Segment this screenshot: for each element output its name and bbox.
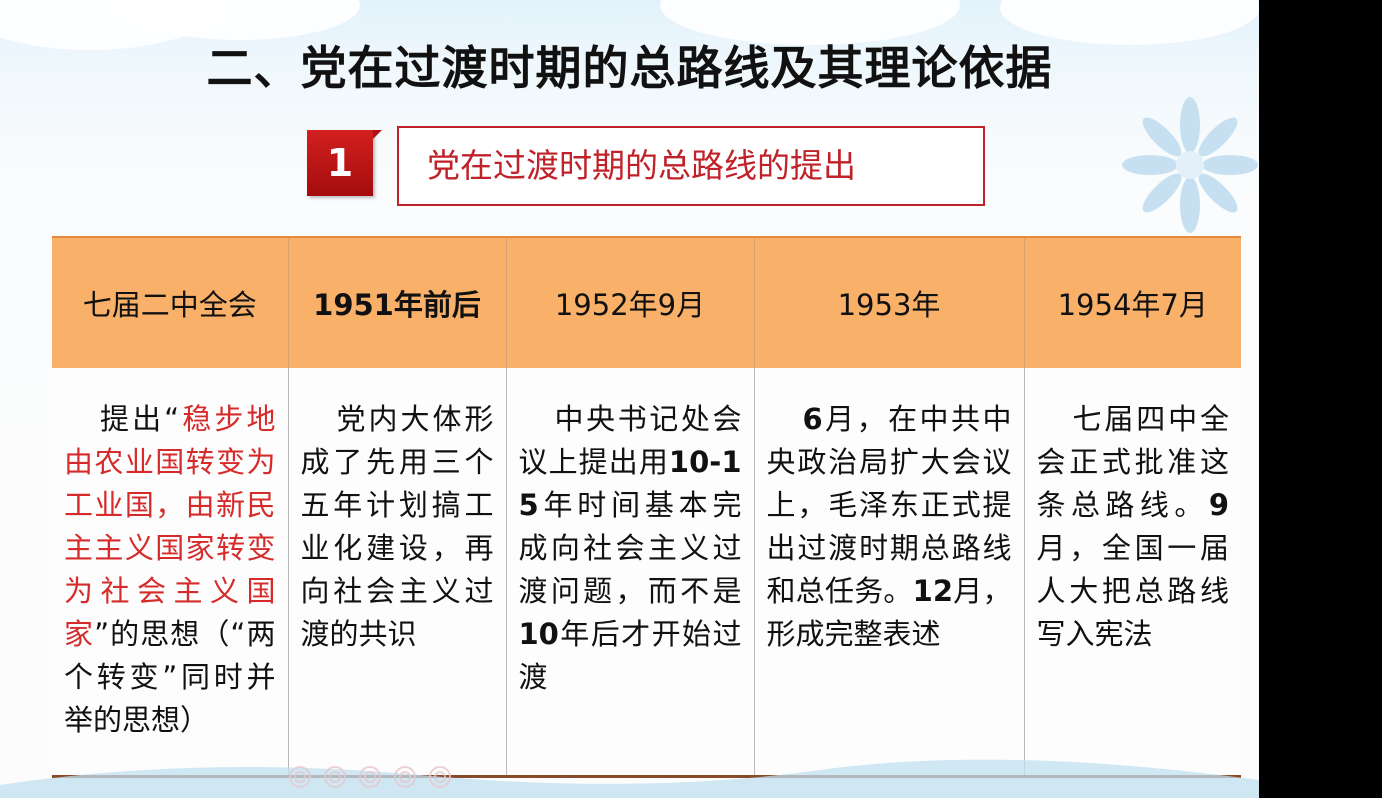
timeline-cell-5: 七届四中全会正式批准这条总路线。9 月，全国一届人大把总路线写入宪法 xyxy=(1023,368,1241,778)
wave-decoration-icon xyxy=(0,759,1259,798)
header-year: 1951年前后 xyxy=(313,288,481,322)
timeline-cell-2: 党内大体形成了先用三个五年计划搞工业化建设，再向社会主义过渡的共识 xyxy=(287,368,506,778)
cell-text: 年时间基本完成向社会主义过渡问题，而不是 xyxy=(518,488,742,608)
cell-text: 提出“ xyxy=(100,402,180,436)
cell-number: 9 xyxy=(1208,488,1229,522)
header-year: 1952年9月 xyxy=(554,288,706,322)
timeline-table: 七届二中全会 1951年前后 1952年9月 1953年 1954年7月 提出“… xyxy=(52,236,1241,778)
cell-number: 12 xyxy=(912,574,954,608)
cell-text: 月，全国一届人大把总路线写入宪法 xyxy=(1036,531,1230,651)
timeline-cell-4: 6月，在中共中央政治局扩大会议上，毛泽东正式提出过渡时期总路线和总任务。12月，… xyxy=(753,368,1024,778)
cell-text: ”的思想（“两个转变”同时并举的思想） xyxy=(64,617,276,737)
cell-number: 10 xyxy=(518,617,559,651)
header-cell: 1952年9月 xyxy=(505,236,754,368)
cell-text: 党内大体形成了先用三个五年计划搞工业化建设，再向社会主义过渡的共识 xyxy=(300,402,494,651)
flower-decoration-icon xyxy=(1122,97,1258,233)
right-black-bar xyxy=(1259,0,1382,798)
cell-number: 6 xyxy=(802,402,823,436)
timeline-content-row: 提出“稳步地由农业国转变为工业国，由新民主主义国家转变为社会主义国家”的思想（“… xyxy=(52,368,1241,778)
cell-text: 七届四中全会正式批准这条总路线。 xyxy=(1036,402,1230,522)
header-cell: 1954年7月 xyxy=(1023,236,1241,368)
cell-highlight-text: 稳步地由农业国转变为工业国，由新民主主义国家转变为社会主义国家 xyxy=(64,402,276,651)
section-number-badge: 1 xyxy=(307,130,373,196)
header-cell: 1951年前后 xyxy=(287,236,506,368)
timeline-header-row: 七届二中全会 1951年前后 1952年9月 1953年 1954年7月 xyxy=(52,236,1241,368)
timeline-cell-3: 中央书记处会议上提出用10-15年时间基本完成向社会主义过渡问题，而不是10年后… xyxy=(505,368,754,778)
timeline-cell-1: 提出“稳步地由农业国转变为工业国，由新民主主义国家转变为社会主义国家”的思想（“… xyxy=(52,368,288,778)
header-year: 1954年7月 xyxy=(1057,288,1208,322)
header-cell: 1953年 xyxy=(753,236,1024,368)
header-year: 1953年 xyxy=(837,288,941,322)
badge-fold xyxy=(373,130,382,139)
header-cell: 七届二中全会 xyxy=(52,236,288,368)
slide-canvas: 二、党在过渡时期的总路线及其理论依据 1 党在过渡时期的总路线的提出 七届二中全… xyxy=(0,0,1259,798)
slide-title: 二、党在过渡时期的总路线及其理论依据 xyxy=(206,41,1053,95)
section-title: 党在过渡时期的总路线的提出 xyxy=(397,126,985,206)
